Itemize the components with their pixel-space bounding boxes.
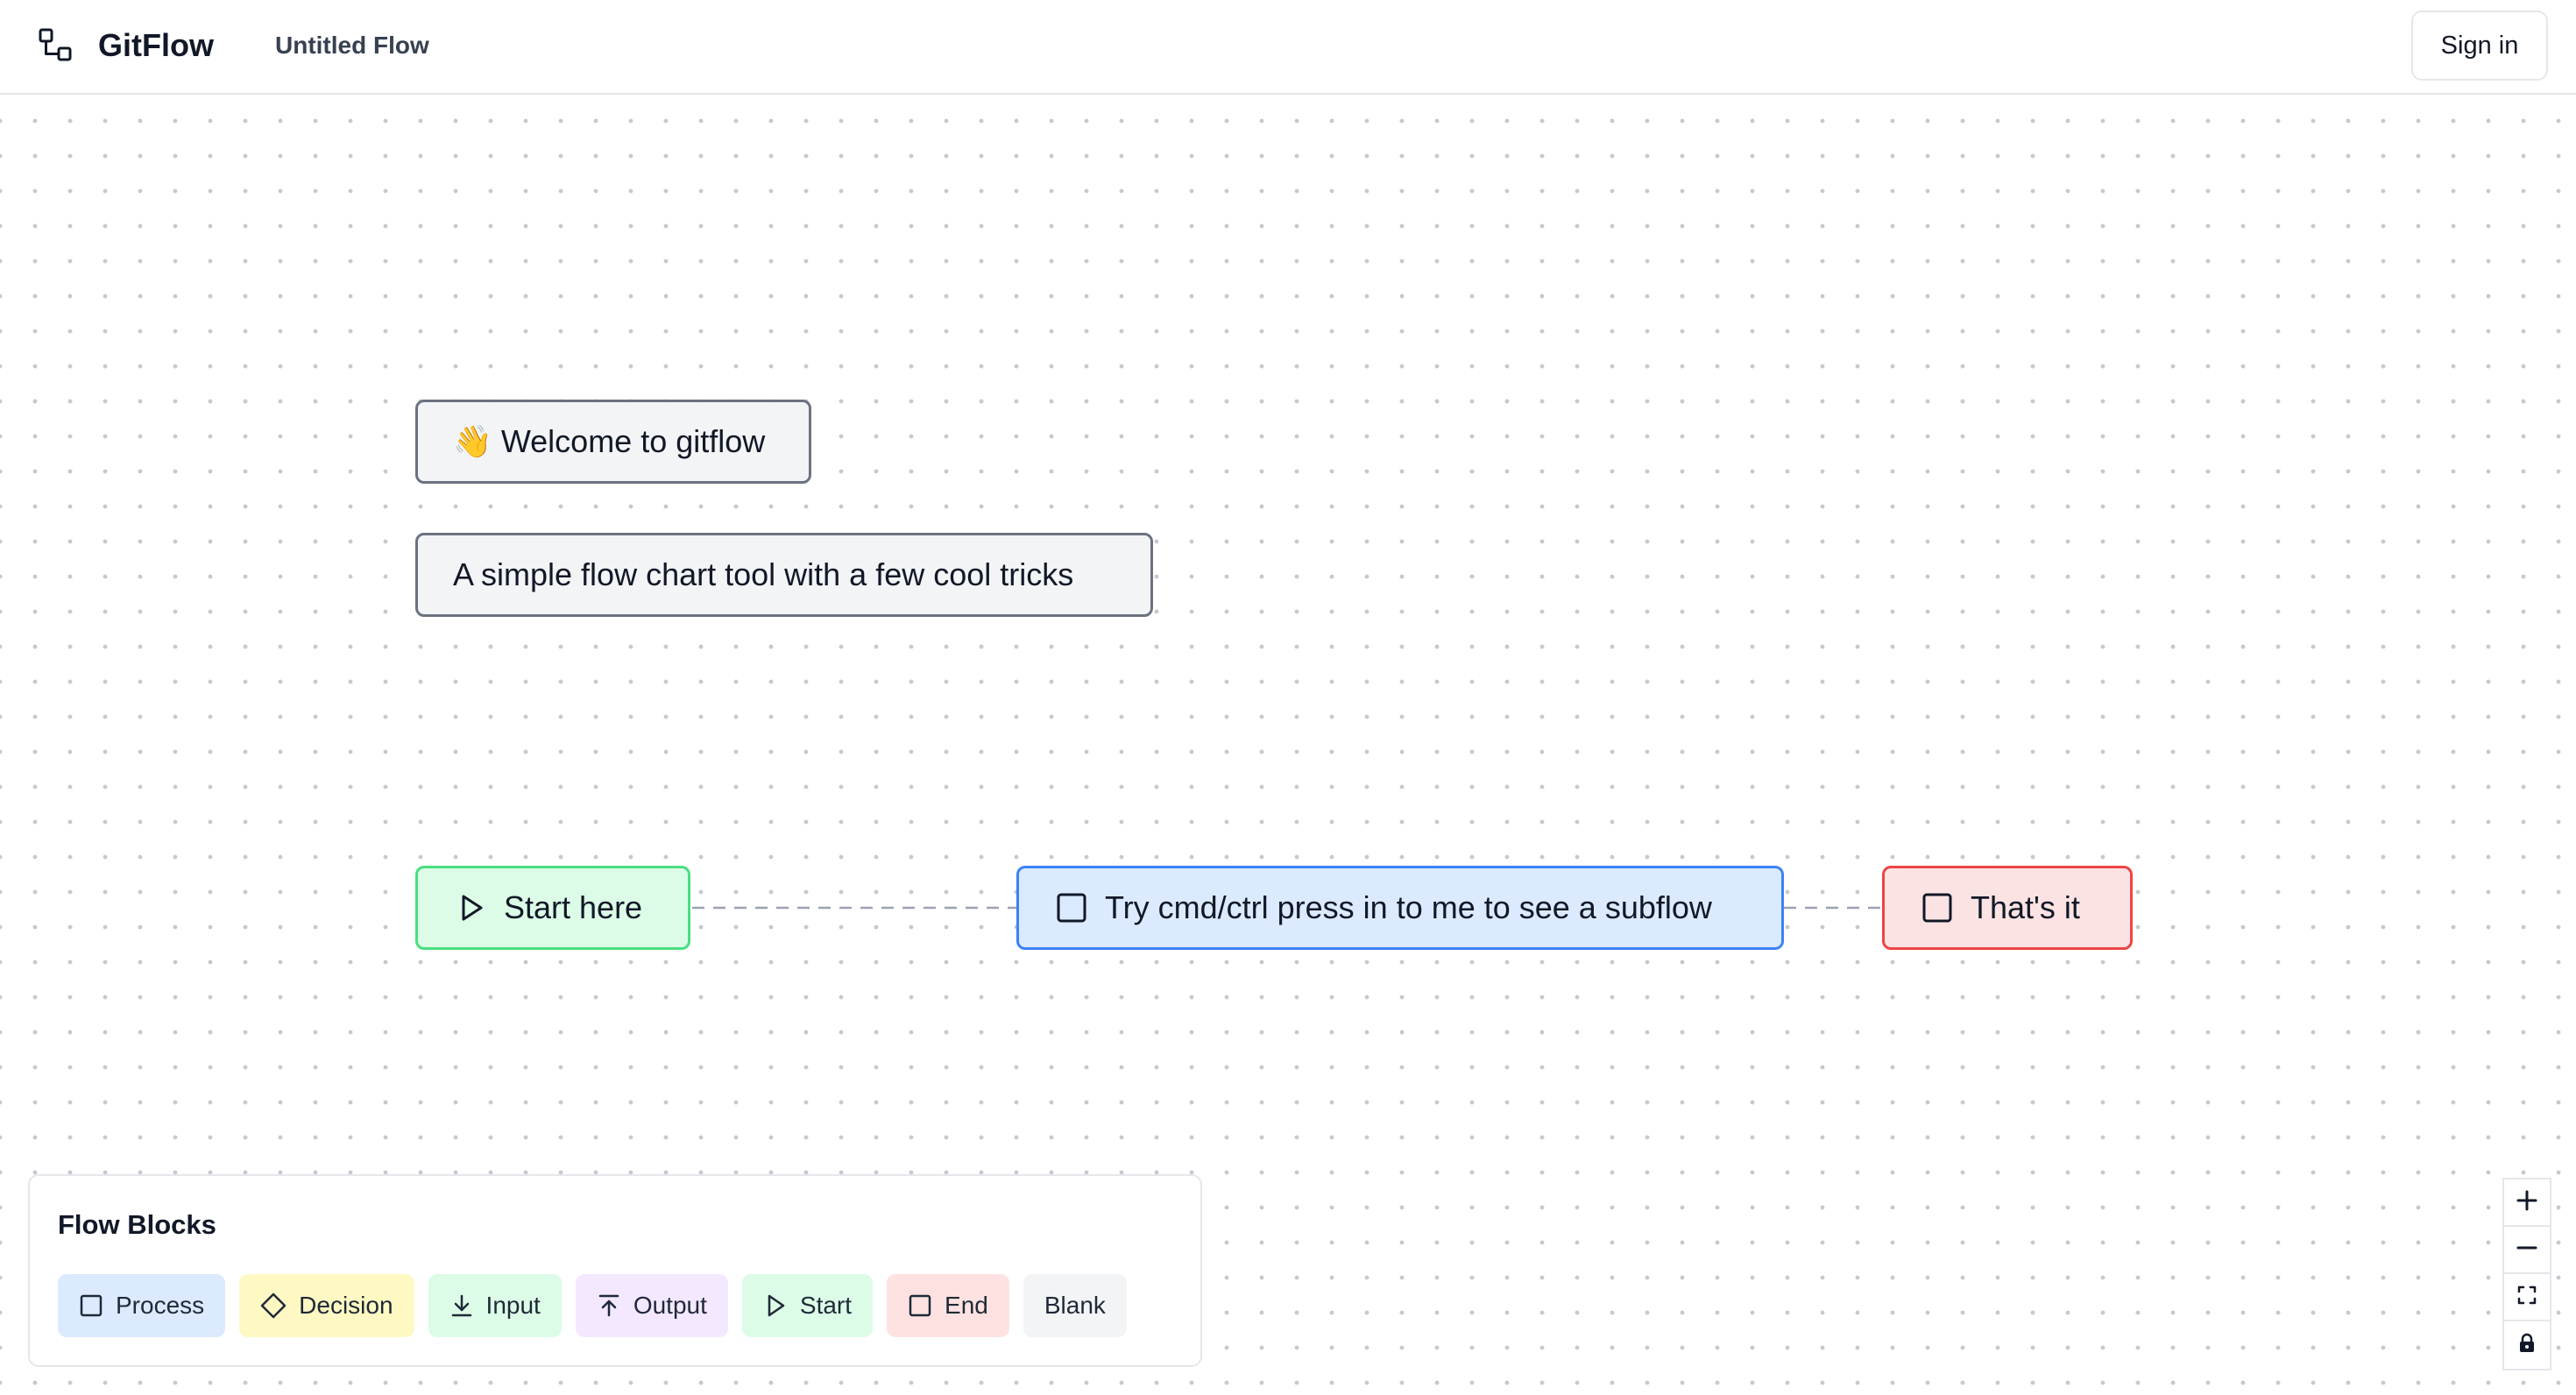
node-start-here-label: Start here (504, 889, 643, 925)
top-bar: GitFlow Untitled Flow Sign in (0, 0, 2576, 95)
zoom-out-button[interactable] (2504, 1227, 2550, 1274)
upload-icon (597, 1293, 621, 1318)
block-input-button[interactable]: Input (428, 1274, 562, 1337)
square-icon (79, 1293, 103, 1318)
zoom-out-icon (2516, 1236, 2538, 1264)
block-label: Output (633, 1292, 707, 1319)
block-blank-button[interactable]: Blank (1023, 1274, 1127, 1337)
block-output-button[interactable]: Output (575, 1274, 728, 1337)
block-end-button[interactable]: End (887, 1274, 1009, 1337)
block-decision-button[interactable]: Decision (239, 1274, 414, 1337)
block-start-button[interactable]: Start (741, 1274, 874, 1337)
block-label: Decision (299, 1292, 393, 1319)
zoom-in-button[interactable] (2504, 1179, 2550, 1227)
fit-view-button[interactable] (2504, 1274, 2550, 1321)
app-name[interactable]: GitFlow (98, 25, 214, 67)
node-process-subflow[interactable]: Try cmd/ctrl press in to me to see a sub… (1016, 866, 1784, 950)
flow-blocks-list: Process Decision Input Output Start End … (58, 1274, 1127, 1337)
block-label: Blank (1044, 1292, 1106, 1319)
play-icon (456, 893, 486, 923)
block-process-button[interactable]: Process (58, 1274, 226, 1337)
block-label: Input (485, 1292, 541, 1319)
download-icon (449, 1293, 474, 1318)
block-label: End (945, 1292, 988, 1319)
square-icon (1921, 892, 1953, 924)
zoom-controls (2502, 1178, 2551, 1370)
node-process-subflow-label: Try cmd/ctrl press in to me to see a sub… (1105, 889, 1712, 925)
node-welcome-label: 👋 Welcome to gitflow (453, 423, 766, 459)
node-start-here[interactable]: Start here (415, 866, 690, 950)
zoom-in-icon (2516, 1189, 2538, 1216)
fit-view-icon (2516, 1285, 2537, 1310)
sign-in-button[interactable]: Sign in (2411, 11, 2548, 81)
block-label: Process (116, 1292, 205, 1319)
square-icon (908, 1293, 932, 1318)
flow-title[interactable]: Untitled Flow (275, 28, 429, 63)
node-welcome[interactable]: 👋 Welcome to gitflow (415, 400, 811, 484)
square-icon (1056, 892, 1087, 924)
lock-button[interactable] (2504, 1321, 2550, 1369)
flow-blocks-panel: Flow Blocks Process Decision Input Outpu… (28, 1174, 1202, 1367)
logo-icon (39, 28, 74, 63)
block-label: Start (799, 1292, 853, 1319)
node-end-label: That's it (1971, 889, 2080, 925)
node-subtitle-label: A simple flow chart tool with a few cool… (453, 556, 1074, 592)
node-subtitle[interactable]: A simple flow chart tool with a few cool… (415, 533, 1153, 617)
flow-blocks-title: Flow Blocks (58, 1209, 216, 1240)
node-end[interactable]: That's it (1882, 866, 2133, 950)
lock-icon (2517, 1333, 2537, 1358)
diamond-icon (260, 1292, 287, 1319)
play-icon (763, 1293, 788, 1318)
